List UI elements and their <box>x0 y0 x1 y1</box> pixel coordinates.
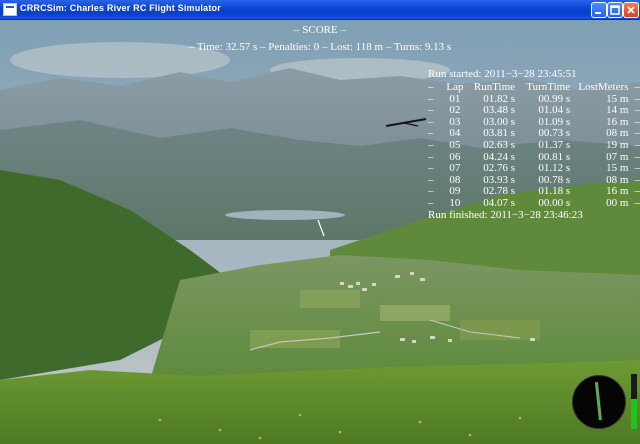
run-started-label: Run started: 2011−3−28 23:45:51 <box>428 68 577 80</box>
score-heading: – SCORE – <box>294 24 346 36</box>
throttle-indicator <box>631 374 637 429</box>
table-row: – 10 04.07 s 00.00 s 00 m – <box>428 196 640 210</box>
run-finished-label: Run finished: 2011−3−28 23:46:23 <box>428 209 583 221</box>
row-dash-end: – <box>634 138 640 151</box>
close-icon[interactable] <box>623 2 639 18</box>
app-window-icon <box>3 3 17 16</box>
row-dash: – <box>428 162 434 175</box>
compass-gauge-icon <box>572 375 626 429</box>
lost-meters: 15 m <box>606 162 629 175</box>
row-dash-end: – <box>634 196 640 209</box>
header-lap: Lap <box>446 81 464 93</box>
row-dash: – <box>428 138 434 151</box>
lap-number: 05 <box>449 138 461 151</box>
header-runtime: RunTime <box>473 81 516 93</box>
window-titlebar[interactable]: CRRCSim: Charles River RC Flight Simulat… <box>0 0 640 20</box>
turn-time: 00.00 s <box>538 196 571 209</box>
header-lostmeters: LostMeters <box>578 81 629 93</box>
table-row: – 07 02.76 s 01.12 s 15 m – <box>428 163 640 175</box>
header-dash-end: – <box>634 81 640 93</box>
run-time: 02.63 s <box>483 138 516 151</box>
row-dash-end: – <box>634 162 640 175</box>
run-time: 04.07 s <box>483 196 516 209</box>
header-turntime: TurnTime <box>526 81 571 93</box>
row-dash: – <box>428 196 434 209</box>
maximize-icon[interactable] <box>607 2 623 18</box>
minimize-icon[interactable] <box>591 2 607 18</box>
table-row: – 05 02.63 s 01.37 s 19 m – <box>428 138 640 152</box>
run-time: 02.76 s <box>483 162 516 175</box>
lost-meters: 00 m <box>606 196 629 209</box>
header-dash: – <box>428 81 434 93</box>
laps-table-header: – Lap RunTime TurnTime LostMeters – <box>428 81 640 94</box>
turn-time: 01.37 s <box>538 138 571 151</box>
turn-time: 01.12 s <box>538 162 571 175</box>
window-title: CRRCSim: Charles River RC Flight Simulat… <box>20 3 221 13</box>
score-summary: – Time: 32.57 s – Penalties: 0 – Lost: 1… <box>188 41 452 53</box>
laps-table: – Lap RunTime TurnTime LostMeters – – 01… <box>428 81 640 210</box>
throttle-level-bar <box>631 398 637 429</box>
lap-number: 07 <box>449 162 461 175</box>
lost-meters: 19 m <box>606 138 629 151</box>
lap-number: 10 <box>449 196 461 209</box>
